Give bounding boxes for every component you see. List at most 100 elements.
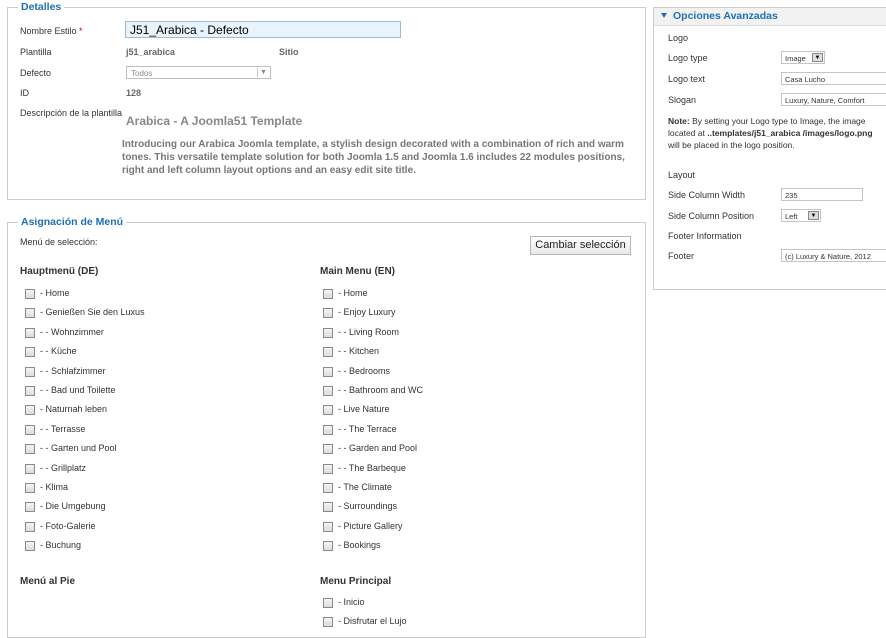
site-value: Sitio: [279, 47, 299, 57]
menu-item-checkbox[interactable]: [25, 386, 35, 396]
details-legend: Detalles: [21, 1, 62, 13]
id-label: ID: [20, 88, 29, 98]
menu-item-checkbox[interactable]: [323, 386, 333, 396]
logo-text-input[interactable]: Casa Lucho: [781, 72, 886, 85]
menu-item-label: - - Garden and Pool: [338, 443, 418, 454]
menu-item-checkbox[interactable]: [25, 366, 35, 377]
footer-value: (c) Luxury & Nature, 2012: [785, 252, 871, 261]
menu-item-label: - - Kitchen: [338, 346, 380, 357]
menu-item-checkbox[interactable]: [25, 541, 35, 552]
required-mark: *: [79, 26, 83, 36]
menu-item-checkbox[interactable]: [323, 521, 333, 532]
menu-item-checkbox[interactable]: [323, 617, 333, 628]
layout-heading: Layout: [668, 170, 696, 180]
menu-item-checkbox[interactable]: [323, 424, 333, 435]
logo-type-value: Image: [785, 54, 806, 63]
menu-item-checkbox[interactable]: [323, 463, 333, 474]
change-selection-button[interactable]: Cambiar selección: [530, 236, 631, 255]
menu-column-title-principal: Menu Principal: [320, 576, 392, 587]
menu-item-label: - - Küche: [40, 346, 77, 357]
chevron-down-icon: ▼: [812, 53, 823, 62]
menu-item-checkbox[interactable]: [323, 541, 333, 552]
menu-item-label: - - Bedrooms: [338, 365, 391, 376]
side-column-width-input[interactable]: 235: [781, 188, 863, 201]
note-bold: Note:: [668, 116, 690, 126]
menu-item-checkbox[interactable]: [25, 327, 35, 338]
menu-item-label: - Surroundings: [338, 501, 398, 512]
side-column-position-value: Left: [785, 212, 798, 221]
side-column-position-select[interactable]: Left ▼: [781, 209, 821, 222]
menu-item-label: - Buchung: [40, 540, 82, 551]
menu-item-label: - Bookings: [338, 540, 381, 551]
style-name-value: J51_Arabica - Defecto: [130, 23, 249, 37]
style-name-label: Nombre Estilo *: [20, 26, 83, 36]
menu-item-checkbox[interactable]: [25, 444, 35, 455]
menu-item-label: - - Grillplatz: [40, 462, 87, 473]
menu-item-checkbox[interactable]: [25, 424, 35, 435]
footer-input[interactable]: (c) Luxury & Nature, 2012: [781, 249, 886, 262]
menu-item-label: - Naturnah leben: [40, 404, 108, 415]
menu-item-checkbox[interactable]: [25, 289, 35, 299]
menu-item-checkbox[interactable]: [25, 308, 35, 319]
menu-item-checkbox[interactable]: [323, 289, 333, 299]
slogan-input[interactable]: Luxury, Nature, Comfort: [781, 93, 886, 106]
description-label: Descripción de la plantilla: [20, 108, 123, 118]
logo-type-select[interactable]: Image ▼: [781, 51, 825, 64]
menu-column-title-en: Main Menu (EN): [320, 266, 395, 277]
menu-item-checkbox[interactable]: [323, 502, 333, 513]
menu-item-label: - - Bathroom and WC: [338, 385, 424, 395]
menu-item-checkbox[interactable]: [323, 308, 333, 319]
menu-item-label: - - The Barbeque: [338, 462, 406, 473]
slogan-label: Slogan: [668, 95, 697, 105]
description-text: Introducing our Arabica Joomla template,…: [122, 139, 625, 176]
menu-assignment-legend: Asignación de Menú: [21, 216, 124, 228]
menu-item-label: - Picture Gallery: [338, 520, 403, 531]
menu-item-checkbox[interactable]: [323, 444, 333, 455]
menu-item-label: - Genießen Sie den Luxus: [40, 307, 145, 318]
menu-item-checkbox[interactable]: [323, 327, 333, 338]
logo-type-label: Logo type: [668, 53, 708, 63]
template-label: Plantilla: [20, 47, 52, 57]
logo-text-label: Logo text: [668, 74, 706, 84]
menu-item-label: - - Schlafzimmer: [40, 365, 106, 376]
menu-selection-label: Menú de selección:: [20, 237, 98, 247]
side-column-width-label: Side Column Width: [668, 190, 746, 200]
menu-item-label: - Inicio: [338, 597, 365, 607]
menu-item-checkbox[interactable]: [25, 463, 35, 474]
collapse-triangle-icon: [661, 13, 667, 18]
menu-item-checkbox[interactable]: [323, 366, 333, 377]
template-value: j51_arabica: [126, 47, 176, 57]
chevron-down-icon: ▼: [808, 211, 819, 220]
menu-item-checkbox[interactable]: [25, 405, 35, 416]
advanced-options-header[interactable]: Opciones Avanzadas: [654, 8, 886, 26]
menu-item-label: - Klima: [40, 482, 69, 492]
style-name-input[interactable]: J51_Arabica - Defecto: [125, 21, 401, 38]
id-value: 128: [126, 88, 142, 98]
menu-item-checkbox[interactable]: [25, 483, 35, 493]
note-path: ..templates/j51_arabica /images/logo.png: [707, 128, 873, 138]
menu-item-label: - The Climate: [338, 482, 392, 492]
note-text-2: will be placed in the logo position.: [668, 140, 795, 150]
menu-item-label: - Die Umgebung: [40, 501, 106, 512]
menu-item-checkbox[interactable]: [323, 347, 333, 358]
menu-item-label: - Home: [338, 288, 368, 298]
logo-note: Note: By setting your Logo type to Image…: [668, 115, 878, 151]
footer-label: Footer: [668, 251, 695, 261]
slogan-value: Luxury, Nature, Comfort: [785, 96, 865, 105]
menu-item-checkbox[interactable]: [25, 521, 35, 532]
menu-item-label: - Enjoy Luxury: [338, 307, 396, 318]
menu-column-title-de: Hauptmenü (DE): [20, 266, 99, 277]
menu-item-label: - - Garten und Pool: [40, 443, 117, 454]
menu-item-label: - - Terrasse: [40, 423, 86, 434]
menu-item-checkbox[interactable]: [25, 502, 35, 513]
default-select[interactable]: Todos ▼: [126, 66, 271, 79]
menu-column-title-footer: Menú al Pie: [20, 576, 76, 587]
menu-item-checkbox[interactable]: [25, 347, 35, 358]
menu-item-checkbox[interactable]: [323, 405, 333, 416]
default-select-value: Todos: [131, 69, 153, 78]
default-label: Defecto: [20, 68, 52, 78]
menu-item-checkbox[interactable]: [323, 598, 333, 608]
menu-item-label: - Disfrutar el Lujo: [338, 616, 407, 627]
footer-info-heading: Footer Information: [668, 231, 742, 241]
menu-item-checkbox[interactable]: [323, 483, 333, 493]
